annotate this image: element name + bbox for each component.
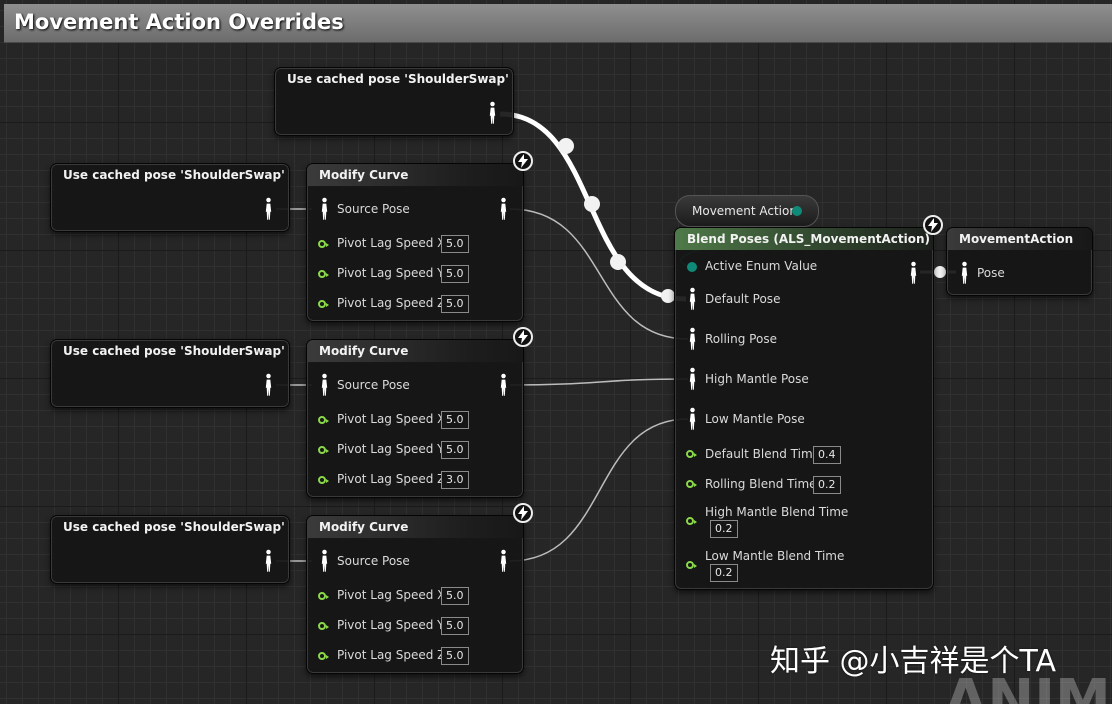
cached-pose-title: Use cached pose 'ShoulderSwap' (63, 168, 285, 182)
blend-poses-node[interactable]: Blend Poses (ALS_MovementAction) Active … (674, 227, 934, 590)
pivot-lag-speed-x-label: Pivot Lag Speed X (337, 412, 446, 426)
high-mantle-blend-time-value[interactable]: 0.2 (710, 520, 738, 538)
zhihu-watermark: 知乎 @小吉祥是个TA (770, 644, 1057, 679)
pivot-lag-speed-z-label: Pivot Lag Speed Z (337, 472, 446, 486)
low-mantle-blend-time-label: Low Mantle Blend Time (705, 549, 845, 563)
pose-person-icon[interactable] (688, 367, 697, 391)
rolling-pose-label: Rolling Pose (705, 332, 777, 346)
movement-action-variable-node[interactable]: Movement Action (675, 195, 819, 227)
float-pin-icon[interactable] (318, 446, 329, 454)
pose-person-icon[interactable] (688, 287, 697, 311)
cached-pose-title: Use cached pose 'ShoulderSwap' (287, 72, 509, 86)
pose-person-icon[interactable] (499, 373, 508, 397)
pose-person-icon[interactable] (488, 101, 497, 125)
active-enum-value-label: Active Enum Value (705, 259, 818, 273)
pivot-lag-speed-y-value[interactable]: 5.0 (441, 617, 469, 635)
pivot-lag-speed-x-label: Pivot Lag Speed X (337, 588, 446, 602)
cached-pose-node[interactable]: Use cached pose 'ShoulderSwap' (50, 515, 290, 584)
cached-pose-title: Use cached pose 'ShoulderSwap' (63, 344, 285, 358)
pivot-lag-speed-x-label: Pivot Lag Speed X (337, 236, 446, 250)
pivot-lag-speed-z-value[interactable]: 5.0 (441, 647, 469, 665)
pose-person-icon[interactable] (960, 261, 969, 285)
pose-person-icon[interactable] (688, 407, 697, 431)
pivot-lag-speed-y-label: Pivot Lag Speed Y (337, 442, 445, 456)
float-pin-icon[interactable] (318, 652, 329, 660)
fast-path-lightning-icon (513, 327, 533, 347)
low-mantle-blend-time-value[interactable]: 0.2 (710, 564, 738, 582)
blend-poses-title: Blend Poses (ALS_MovementAction) (675, 228, 933, 250)
default-blend-time-value[interactable]: 0.4 (813, 446, 841, 464)
pose-person-icon[interactable] (499, 549, 508, 573)
cached-pose-node[interactable]: Use cached pose 'ShoulderSwap' (50, 339, 290, 408)
float-pin-icon[interactable] (686, 561, 697, 569)
pose-person-icon[interactable] (909, 261, 918, 285)
float-pin-icon[interactable] (686, 517, 697, 525)
cached-pose-node[interactable]: Use cached pose 'ShoulderSwap' (50, 163, 290, 232)
rolling-blend-time-value[interactable]: 0.2 (813, 476, 841, 494)
pose-person-icon[interactable] (320, 373, 329, 397)
pose-person-icon[interactable] (320, 197, 329, 221)
wire-bubble (610, 254, 626, 270)
float-pin-icon[interactable] (318, 592, 329, 600)
float-pin-icon[interactable] (318, 416, 329, 424)
fast-path-lightning-icon (513, 151, 533, 171)
output-pose-node[interactable]: MovementAction Pose (946, 227, 1093, 296)
wire-modify3-to-lowmantle[interactable] (509, 418, 689, 562)
modify-curve-title: Modify Curve (307, 340, 523, 362)
cached-pose-title: Use cached pose 'ShoulderSwap' (63, 520, 285, 534)
pivot-lag-speed-y-value[interactable]: 5.0 (441, 441, 469, 459)
modify-curve-node[interactable]: Modify Curve Source Pose Pivot Lag Speed… (306, 163, 524, 322)
pose-person-icon[interactable] (264, 549, 273, 573)
fast-path-lightning-icon (923, 215, 943, 235)
modify-curve-title: Modify Curve (307, 164, 523, 186)
low-mantle-pose-label: Low Mantle Pose (705, 412, 805, 426)
wire-bubble (661, 289, 675, 303)
pivot-lag-speed-x-value[interactable]: 5.0 (441, 235, 469, 253)
modify-curve-node[interactable]: Modify Curve Source Pose Pivot Lag Speed… (306, 339, 524, 498)
output-pose-title: MovementAction (947, 228, 1092, 250)
wire-bubble (934, 266, 946, 278)
source-pose-label: Source Pose (337, 202, 410, 216)
float-pin-icon[interactable] (318, 476, 329, 484)
modify-curve-node[interactable]: Modify Curve Source Pose Pivot Lag Speed… (306, 515, 524, 674)
source-pose-label: Source Pose (337, 554, 410, 568)
float-pin-icon[interactable] (686, 450, 697, 458)
pivot-lag-speed-y-label: Pivot Lag Speed Y (337, 266, 445, 280)
pose-person-icon[interactable] (264, 197, 273, 221)
high-mantle-blend-time-label: High Mantle Blend Time (705, 505, 849, 519)
float-pin-icon[interactable] (318, 240, 329, 248)
modify-curve-title: Modify Curve (307, 516, 523, 538)
wire-bubble (584, 196, 600, 212)
pivot-lag-speed-z-value[interactable]: 5.0 (441, 295, 469, 313)
wire-bubble (558, 138, 574, 154)
wire-modify2-to-highmantle[interactable] (509, 378, 689, 386)
pivot-lag-speed-z-value[interactable]: 3.0 (441, 471, 469, 489)
pivot-lag-speed-z-label: Pivot Lag Speed Z (337, 296, 446, 310)
float-pin-icon[interactable] (686, 480, 697, 488)
output-pose-label: Pose (977, 266, 1005, 280)
pivot-lag-speed-y-label: Pivot Lag Speed Y (337, 618, 445, 632)
float-pin-icon[interactable] (318, 622, 329, 630)
default-pose-label: Default Pose (705, 292, 781, 306)
float-pin-icon[interactable] (318, 270, 329, 278)
pivot-lag-speed-y-value[interactable]: 5.0 (441, 265, 469, 283)
pivot-lag-speed-z-label: Pivot Lag Speed Z (337, 648, 446, 662)
anim-graph-canvas[interactable]: Movement Action Overrides Use cached pos… (0, 0, 1112, 704)
fast-path-lightning-icon (513, 503, 533, 523)
movement-action-variable-label: Movement Action (692, 204, 797, 218)
pose-person-icon[interactable] (264, 373, 273, 397)
float-pin-icon[interactable] (318, 300, 329, 308)
pose-person-icon[interactable] (688, 327, 697, 351)
pose-person-icon[interactable] (320, 549, 329, 573)
pose-person-icon[interactable] (499, 197, 508, 221)
source-pose-label: Source Pose (337, 378, 410, 392)
pivot-lag-speed-x-value[interactable]: 5.0 (441, 411, 469, 429)
rolling-blend-time-label: Rolling Blend Time (705, 477, 817, 491)
high-mantle-pose-label: High Mantle Pose (705, 372, 809, 386)
pivot-lag-speed-x-value[interactable]: 5.0 (441, 587, 469, 605)
cached-pose-node[interactable]: Use cached pose 'ShoulderSwap' (274, 67, 514, 136)
enum-pin-icon[interactable] (792, 206, 802, 216)
enum-pin-icon[interactable] (687, 262, 697, 272)
default-blend-time-label: Default Blend Time (705, 447, 821, 461)
